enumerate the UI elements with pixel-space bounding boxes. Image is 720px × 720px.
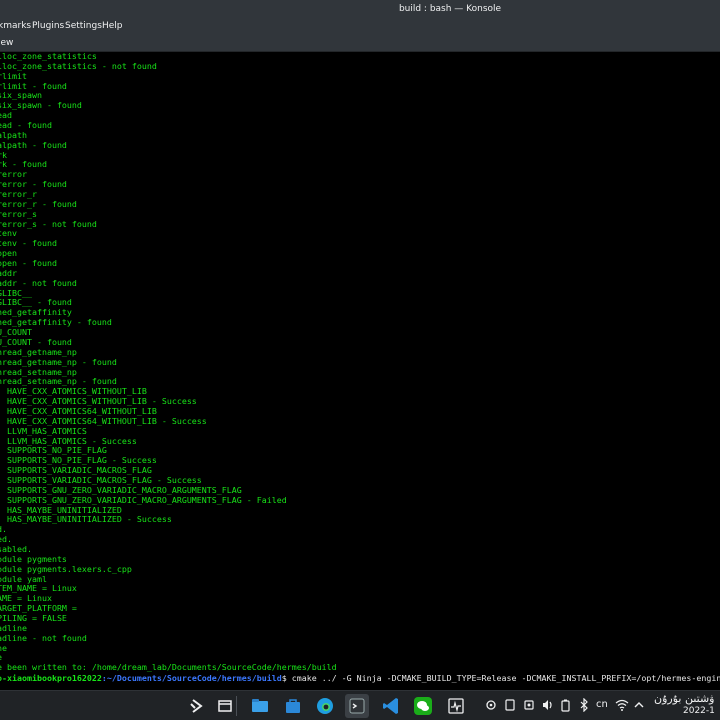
terminal-line: TEM_NAME = Linux [0, 583, 77, 594]
terminal-line: six_spawn - found [0, 100, 82, 111]
settings-tray-icon[interactable] [484, 698, 498, 712]
window-titlebar[interactable]: build : bash — Konsole [0, 0, 720, 18]
file-manager-icon[interactable] [248, 694, 272, 718]
terminal-line: ead [0, 110, 12, 121]
terminal-line: rerror_r [0, 189, 37, 200]
clock-date[interactable]: 2022-1 [683, 706, 715, 716]
terminal-line: rerror_r - found [0, 198, 77, 209]
chevron-up-icon[interactable] [632, 698, 646, 712]
terminal-line: PILING = FALSE [0, 612, 67, 623]
menu-help[interactable]: Help [102, 21, 123, 31]
terminal-line: ed. [0, 534, 12, 545]
terminal-prompt[interactable]: o-xiaomibookpro162022:~/Documents/Source… [0, 673, 720, 683]
view-bar: iew [0, 34, 720, 52]
terminal-line: : HAS_MAYBE_UNINITIALIZED - Success [0, 514, 172, 525]
terminal-line: ARGET_PLATFORM = [0, 603, 77, 614]
terminal-line: d. [0, 524, 7, 535]
terminal-line: U_COUNT - found [0, 336, 72, 347]
prompt-user-host: o-xiaomibookpro162022 [0, 673, 102, 684]
terminal-line: tenv - found [0, 238, 57, 249]
vscode-icon[interactable] [379, 694, 403, 718]
system-monitor-icon[interactable] [444, 694, 468, 718]
terminal-line: : HAVE_CXX_ATOMICS64_WITHOUT_LIB - Succe… [0, 415, 207, 426]
terminal-area[interactable]: lloc_zone_statistics lloc_zone_statistics… [0, 52, 720, 690]
konsole-icon[interactable] [345, 694, 369, 718]
app-launcher-icon[interactable] [185, 694, 209, 718]
terminal-line: rerror_s - not found [0, 218, 97, 229]
terminal-line: open [0, 248, 17, 259]
terminal-line: GLIBC__ - found [0, 297, 72, 308]
wechat-icon[interactable] [411, 694, 435, 718]
battery-icon[interactable] [559, 698, 573, 712]
terminal-line: sabled. [0, 543, 32, 554]
terminal-line: adline - not found [0, 632, 87, 643]
terminal-line: addr - not found [0, 277, 77, 288]
terminal-line: rerror_s [0, 208, 37, 219]
terminal-line: rlimit - found [0, 80, 67, 91]
edge-browser-icon[interactable] [313, 694, 337, 718]
terminal-line: open - found [0, 258, 57, 269]
panel-icon[interactable] [213, 694, 237, 718]
taskbar-separator [236, 696, 237, 716]
terminal-line: tenv [0, 228, 17, 239]
clipboard-icon[interactable] [503, 698, 517, 712]
input-method-indicator[interactable]: cn [596, 699, 608, 710]
terminal-line: alpath - found [0, 139, 67, 150]
terminal-line: GLIBC__ [0, 287, 32, 298]
audio-device-icon[interactable] [522, 698, 536, 712]
terminal-line: rlimit [0, 70, 27, 81]
bluetooth-icon[interactable] [577, 698, 591, 712]
terminal-line: six_spawn [0, 90, 42, 101]
terminal-line: odule pygments.lexers.c_cpp [0, 563, 132, 574]
terminal-line: : LLVM_HAS_ATOMICS - Success [0, 435, 137, 446]
terminal-line: rerror - found [0, 179, 67, 190]
menu-plugins[interactable]: Plugins [32, 21, 64, 31]
prompt-dollar: $ [281, 673, 292, 684]
terminal-line: hread_getname_np - found [0, 356, 117, 367]
taskbar: cn ۋشتىن بۇرۇن 2022-1 [0, 690, 720, 720]
menu-bookmarks[interactable]: kmarks [0, 21, 31, 31]
terminal-line: ead - found [0, 120, 52, 131]
clock-time[interactable]: ۋشتىن بۇرۇن [654, 692, 714, 705]
terminal-output: lloc_zone_statistics lloc_zone_statistics… [0, 52, 720, 683]
terminal-line: rk - found [0, 159, 47, 170]
terminal-line: rerror [0, 169, 27, 180]
wifi-icon[interactable] [615, 698, 629, 712]
menu-bar: kmarks Plugins Settings Help [0, 18, 720, 34]
terminal-line: e been written to: /home/dream_lab/Docum… [0, 662, 337, 673]
terminal-line: adline [0, 622, 27, 633]
terminal-line: rk [0, 149, 7, 160]
terminal-line: lloc_zone_statistics - not found [0, 60, 157, 71]
terminal-line: alpath [0, 129, 27, 140]
menu-settings[interactable]: Settings [65, 21, 102, 31]
terminal-line: ne [0, 642, 7, 653]
volume-icon[interactable] [541, 698, 555, 712]
terminal-line: hed_getaffinity - found [0, 317, 112, 328]
prompt-path: :~/Documents/SourceCode/hermes/build [101, 673, 282, 684]
prompt-command: cmake ../ -G Ninja -DCMAKE_BUILD_TYPE=Re… [291, 673, 720, 684]
window-title: build : bash — Konsole [398, 4, 502, 14]
menu-view[interactable]: iew [0, 38, 13, 48]
terminal-line: addr [0, 267, 17, 278]
terminal-line: U_COUNT [0, 327, 32, 338]
store-icon[interactable] [281, 694, 305, 718]
terminal-line: odule yaml [0, 573, 47, 584]
terminal-line: AME = Linux [0, 593, 52, 604]
